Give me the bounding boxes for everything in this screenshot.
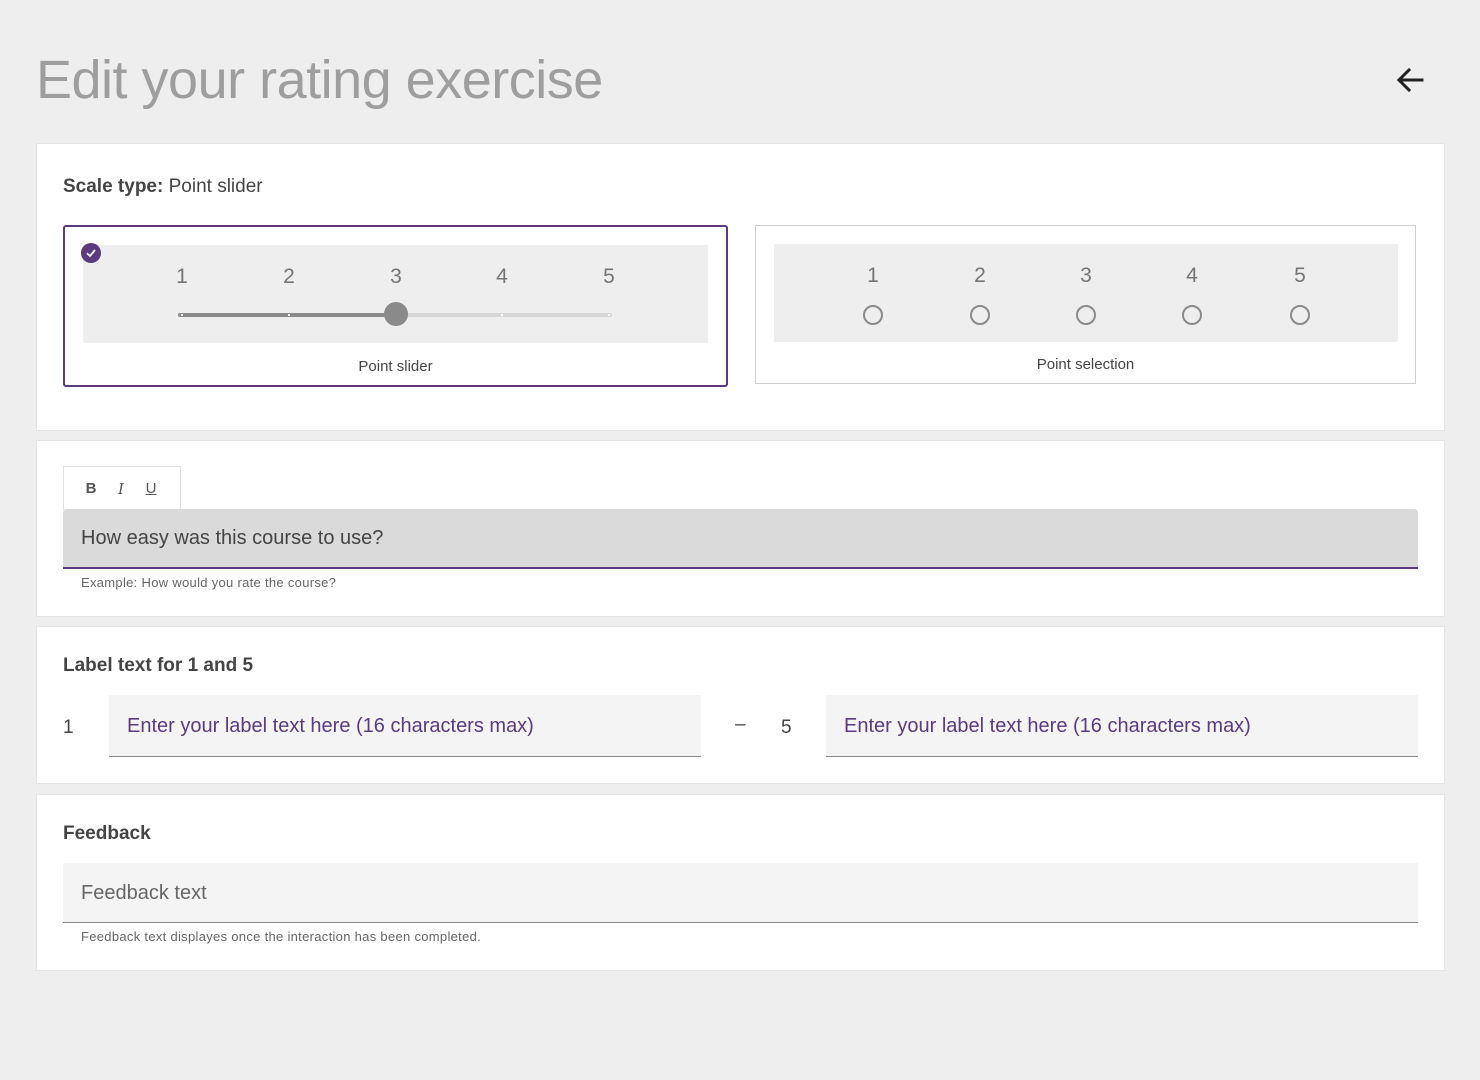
label-separator: – bbox=[735, 714, 746, 735]
format-toolbar: B I U bbox=[63, 466, 181, 510]
scale-number: 3 bbox=[1080, 264, 1092, 287]
slider-tick bbox=[501, 314, 503, 316]
scale-number: 3 bbox=[390, 265, 402, 288]
radio-circle-icon bbox=[1076, 305, 1096, 325]
page-title: Edit your rating exercise bbox=[36, 50, 603, 110]
feedback-input[interactable]: Feedback text bbox=[63, 863, 1418, 923]
arrow-left-icon bbox=[1396, 67, 1424, 93]
feedback-title: Feedback bbox=[63, 823, 151, 844]
check-circle-icon bbox=[81, 243, 101, 263]
scale-number: 2 bbox=[283, 265, 295, 288]
radio-circle-icon bbox=[1182, 305, 1202, 325]
labels-title: Label text for 1 and 5 bbox=[63, 655, 254, 676]
bold-button[interactable]: B bbox=[82, 480, 100, 498]
italic-button[interactable]: I bbox=[112, 480, 130, 498]
slider-tick bbox=[608, 314, 610, 316]
scale-number: 4 bbox=[496, 265, 508, 288]
slider-thumb bbox=[384, 302, 408, 326]
question-card: B I U How easy was this course to use? E… bbox=[36, 440, 1445, 617]
underline-button[interactable]: U bbox=[142, 480, 160, 498]
scale-number: 1 bbox=[867, 264, 879, 287]
radio-circle-icon bbox=[1290, 305, 1310, 325]
feedback-hint: Feedback text displayes once the interac… bbox=[81, 929, 482, 944]
scale-type-heading: Scale type: Point slider bbox=[63, 176, 263, 198]
slider-tick bbox=[181, 314, 183, 316]
scale-number: 5 bbox=[1294, 264, 1306, 287]
slider-tick bbox=[288, 314, 290, 316]
slider-track-fill bbox=[178, 313, 392, 317]
question-input[interactable]: How easy was this course to use? bbox=[63, 509, 1418, 569]
scale-type-card: Scale type: Point slider 1 2 3 4 5 Point… bbox=[36, 143, 1445, 431]
feedback-card: Feedback Feedback text Feedback text dis… bbox=[36, 794, 1445, 971]
scale-number: 1 bbox=[176, 265, 188, 288]
scale-type-value: Point slider bbox=[168, 176, 263, 197]
option-caption: Point slider bbox=[358, 358, 433, 375]
question-hint: Example: How would you rate the course? bbox=[81, 575, 337, 590]
labels-card: Label text for 1 and 5 1 Enter your labe… bbox=[36, 626, 1445, 784]
back-button[interactable] bbox=[1388, 60, 1432, 100]
option-caption: Point selection bbox=[1036, 356, 1135, 373]
scale-number: 5 bbox=[603, 265, 615, 288]
label-left-number: 1 bbox=[63, 717, 74, 738]
radio-circle-icon bbox=[863, 305, 883, 325]
label-right-number: 5 bbox=[781, 717, 792, 738]
radio-circle-icon bbox=[970, 305, 990, 325]
scale-number: 4 bbox=[1186, 264, 1198, 287]
slider-preview: 1 2 3 4 5 bbox=[83, 245, 708, 343]
label-left-input[interactable]: Enter your label text here (16 character… bbox=[109, 695, 701, 757]
option-point-slider[interactable]: 1 2 3 4 5 Point slider bbox=[63, 225, 728, 387]
label-right-input[interactable]: Enter your label text here (16 character… bbox=[826, 695, 1418, 757]
selection-preview: 1 2 3 4 5 bbox=[774, 244, 1398, 342]
option-point-selection[interactable]: 1 2 3 4 5 Point selection bbox=[755, 225, 1416, 384]
scale-type-label: Scale type: bbox=[63, 176, 164, 197]
scale-number: 2 bbox=[974, 264, 986, 287]
